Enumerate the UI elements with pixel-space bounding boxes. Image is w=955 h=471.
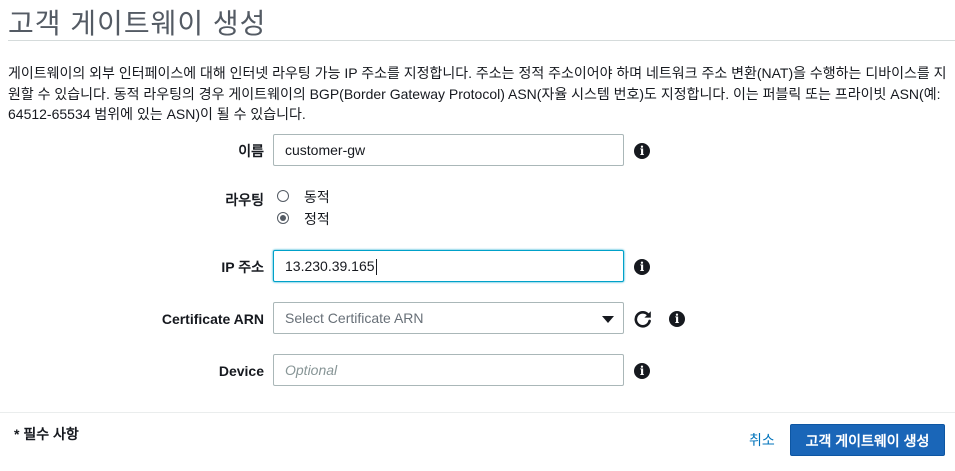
radio-button-icon[interactable] (277, 212, 289, 224)
name-info-icon[interactable]: i (634, 143, 650, 159)
device-label: Device (218, 363, 264, 379)
ip-info-icon[interactable]: i (634, 259, 650, 275)
create-customer-gateway-button[interactable]: 고객 게이트웨이 생성 (790, 424, 945, 456)
required-note: * 필수 사항 (14, 426, 79, 442)
certificate-select[interactable]: Select Certificate ARN (273, 302, 624, 334)
text-cursor (375, 259, 377, 276)
device-info-icon[interactable]: i (634, 363, 650, 379)
certificate-label: Certificate ARN (161, 311, 264, 327)
ip-row: IP 주소 13.230.39.165 i (0, 250, 955, 284)
page-title: 고객 게이트웨이 생성 (8, 8, 267, 39)
ip-address-input[interactable]: 13.230.39.165 (273, 250, 624, 282)
page-description: 게이트웨이의 외부 인터페이스에 대해 인터넷 라우팅 가능 IP 주소를 지정… (8, 65, 947, 122)
name-label: 이름 (238, 143, 264, 159)
ip-address-value: 13.230.39.165 (285, 258, 375, 274)
certificate-row: Certificate ARN Select Certificate ARN i (0, 302, 955, 336)
footer-divider (0, 412, 955, 413)
routing-option-static-label: 정적 (304, 211, 330, 227)
ip-label: IP 주소 (221, 259, 264, 275)
name-input[interactable]: customer-gw (273, 134, 624, 166)
chevron-down-icon (602, 316, 614, 323)
routing-label: 라우팅 (225, 192, 264, 208)
routing-option-dynamic-label: 동적 (304, 189, 330, 205)
title-divider (8, 40, 955, 41)
certificate-info-icon[interactable]: i (669, 311, 685, 327)
device-input-placeholder: Optional (285, 362, 338, 378)
name-row: 이름 customer-gw i (0, 134, 955, 168)
name-input-value: customer-gw (285, 142, 366, 158)
refresh-icon[interactable] (633, 309, 653, 329)
device-input[interactable]: Optional (273, 354, 624, 386)
device-row: Device Optional i (0, 354, 955, 388)
cancel-link[interactable]: 취소 (749, 430, 775, 450)
certificate-select-value: Select Certificate ARN (285, 310, 424, 326)
radio-button-icon[interactable] (277, 190, 289, 202)
